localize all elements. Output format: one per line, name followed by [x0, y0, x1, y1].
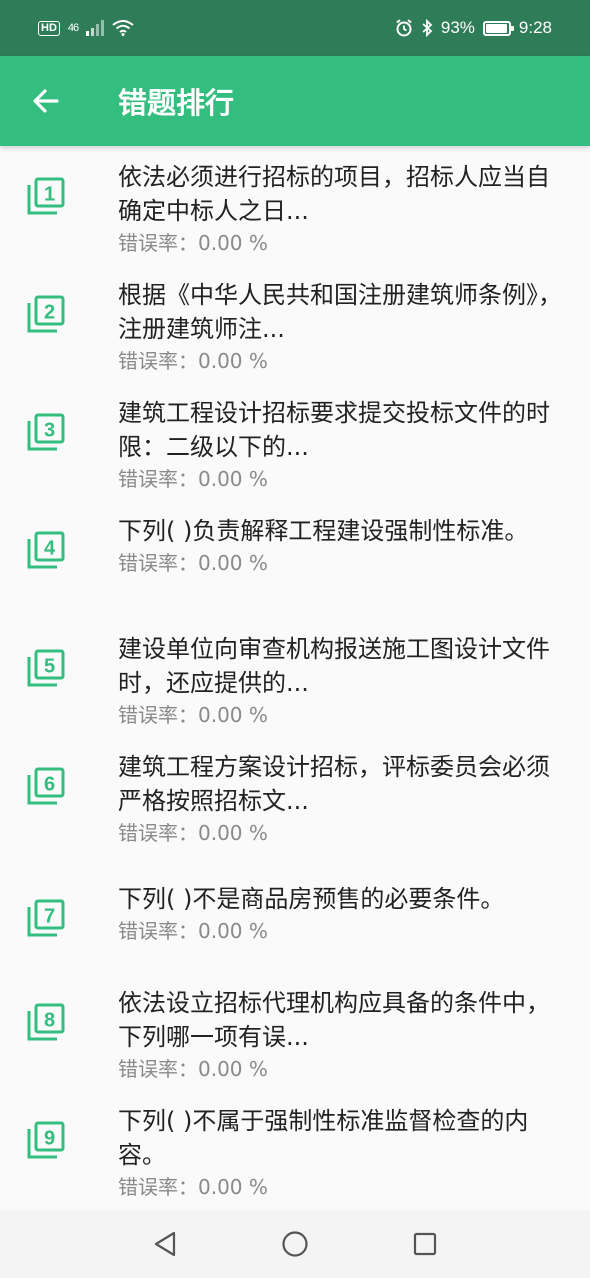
error-rate: 错误率：0.00 %: [118, 551, 268, 575]
network-type-label: 46: [67, 22, 79, 34]
question-title: 建筑工程设计招标要求提交投标文件的时限：二级以下的...: [118, 399, 550, 461]
rank-number: 2: [44, 302, 55, 324]
rank-number-icon: 7: [27, 899, 65, 937]
rank-number-icon: 9: [27, 1121, 65, 1159]
question-title: 下列( )不属于强制性标准监督检查的内容。: [118, 1107, 529, 1169]
wifi-icon: [112, 20, 134, 36]
status-left: HD 46: [38, 20, 134, 36]
wrong-question-list: 1 依法必须进行招标的项目，招标人应当自确定中标人之日... 错误率：0.00 % 2…: [0, 146, 590, 1210]
item-text-block: 下列( )不是商品房预售的必要条件。错误率：0.00 %: [118, 882, 570, 944]
rank-number-icon: 6: [27, 767, 65, 805]
signal-icon: [86, 20, 105, 36]
nav-home-button[interactable]: [275, 1224, 315, 1264]
rank-number-icon: 3: [27, 413, 65, 451]
back-triangle-icon: [154, 1231, 176, 1257]
error-rate: 错误率：0.00 %: [118, 1057, 268, 1081]
battery-percent: 93%: [440, 18, 475, 37]
nav-recents-button[interactable]: [405, 1224, 445, 1264]
alarm-icon: [396, 19, 412, 37]
clock: 9:28: [518, 18, 552, 37]
error-rate: 错误率：0.00 %: [118, 231, 268, 255]
rank-number-icon: 1: [27, 177, 65, 215]
status-right: 93% 9:28: [395, 18, 552, 38]
error-rate: 错误率：0.00 %: [118, 821, 268, 845]
rank-number-icon: 2: [27, 295, 65, 333]
item-text-block: 下列( )不属于强制性标准监督检查的内容。错误率：0.00 %: [118, 1104, 570, 1200]
question-title: 根据《中华人民共和国注册建筑师条例》，注册建筑师注...: [118, 281, 562, 343]
question-title: 依法设立招标代理机构应具备的条件中，下列哪一项有误...: [118, 989, 550, 1051]
question-title: 下列( )不是商品房预售的必要条件。: [118, 885, 505, 913]
rank-number: 6: [44, 774, 55, 796]
item-text-block: 依法必须进行招标的项目，招标人应当自确定中标人之日... 错误率：0.00 %: [118, 160, 570, 256]
question-title: 依法必须进行招标的项目，招标人应当自确定中标人之日...: [118, 163, 550, 225]
question-title: 下列( )负责解释工程建设强制性标准。: [118, 517, 529, 545]
battery-icon: [482, 20, 514, 36]
question-title: 建筑工程方案设计招标，评标委员会必须严格按照招标文...: [118, 753, 550, 815]
item-text-block: 下列( )负责解释工程建设强制性标准。错误率：0.00 %: [118, 514, 570, 576]
status-bar: HD 46 93% 9:28: [0, 0, 590, 56]
error-rate: 错误率：0.00 %: [118, 919, 268, 943]
item-text-block: 依法设立招标代理机构应具备的条件中，下列哪一项有误... 错误率：0.00 %: [118, 986, 570, 1082]
nav-back-button[interactable]: [145, 1224, 185, 1264]
rank-number-icon: 5: [27, 649, 65, 687]
rank-number: 9: [44, 1128, 55, 1150]
item-text-block: 建筑工程方案设计招标，评标委员会必须严格按照招标文... 错误率：0.00 %: [118, 750, 570, 846]
rank-number: 1: [44, 184, 55, 206]
error-rate: 错误率：0.00 %: [118, 1175, 268, 1199]
rank-number-icon: 4: [27, 531, 65, 569]
rank-number: 3: [44, 420, 55, 442]
question-title: 建设单位向审查机构报送施工图设计文件时，还应提供的...: [118, 635, 550, 697]
bluetooth-icon: [422, 19, 433, 37]
system-nav-bar: [0, 1210, 590, 1278]
rank-number: 5: [44, 656, 55, 678]
app-bar: 错题排行: [0, 56, 590, 146]
error-rate: 错误率：0.00 %: [118, 703, 268, 727]
item-text-block: 根据《中华人民共和国注册建筑师条例》，注册建筑师注... 错误率：0.00 %: [118, 278, 570, 374]
page-title: 错题排行: [118, 88, 235, 120]
recents-square-icon: [413, 1232, 437, 1256]
hd-icon: HD: [38, 20, 60, 36]
home-circle-icon: [282, 1231, 308, 1257]
error-rate: 错误率：0.00 %: [118, 467, 268, 491]
arrow-left-icon: [33, 89, 59, 113]
item-text-block: 建设单位向审查机构报送施工图设计文件时，还应提供的... 错误率：0.00 %: [118, 632, 570, 728]
back-button[interactable]: [0, 56, 92, 146]
error-rate: 错误率：0.00 %: [118, 349, 268, 373]
rank-number: 7: [44, 906, 55, 928]
rank-number: 8: [44, 1010, 55, 1032]
rank-number: 4: [44, 538, 56, 560]
item-text-block: 建筑工程设计招标要求提交投标文件的时限：二级以下的... 错误率：0.00 %: [118, 396, 570, 492]
rank-number-icon: 8: [27, 1003, 65, 1041]
